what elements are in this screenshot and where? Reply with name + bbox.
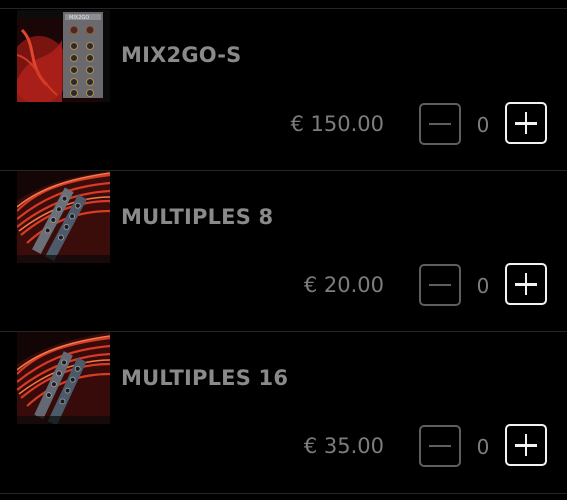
increment-button[interactable] <box>505 102 547 144</box>
product-list: MIX2GO MIX2GO-S € 150.00 0 MULTIPLES 8 €… <box>0 0 567 500</box>
quantity-value: 0 <box>476 113 490 137</box>
svg-text:MIX2GO: MIX2GO <box>69 15 89 21</box>
product-price: € 35.00 <box>303 434 384 458</box>
product-title: MIX2GO-S <box>121 43 242 67</box>
product-image-multiples-8[interactable] <box>17 171 110 263</box>
product-row-multiples-8: MULTIPLES 8 € 20.00 0 <box>0 171 567 332</box>
increment-button[interactable] <box>505 263 547 305</box>
decrement-button[interactable] <box>419 425 461 467</box>
minus-icon <box>429 284 451 286</box>
decrement-button[interactable] <box>419 264 461 306</box>
product-title: MULTIPLES 8 <box>121 205 274 229</box>
product-title: MULTIPLES 16 <box>121 366 289 390</box>
minus-icon <box>429 445 451 447</box>
product-row-multiples-16: MULTIPLES 16 € 35.00 0 <box>0 332 567 493</box>
product-image-mix2go-s[interactable]: MIX2GO <box>17 10 110 102</box>
minus-icon <box>429 123 451 125</box>
product-row-mix2go-s: MIX2GO MIX2GO-S € 150.00 0 <box>0 9 567 170</box>
plus-icon <box>524 112 528 134</box>
product-image-multiples-16[interactable] <box>17 332 110 424</box>
plus-icon <box>524 273 528 295</box>
increment-button[interactable] <box>505 424 547 466</box>
plus-icon <box>524 434 528 456</box>
quantity-value: 0 <box>476 274 490 298</box>
divider <box>0 493 567 494</box>
product-price: € 20.00 <box>303 273 384 297</box>
decrement-button[interactable] <box>419 103 461 145</box>
product-price: € 150.00 <box>290 112 384 136</box>
quantity-value: 0 <box>476 435 490 459</box>
